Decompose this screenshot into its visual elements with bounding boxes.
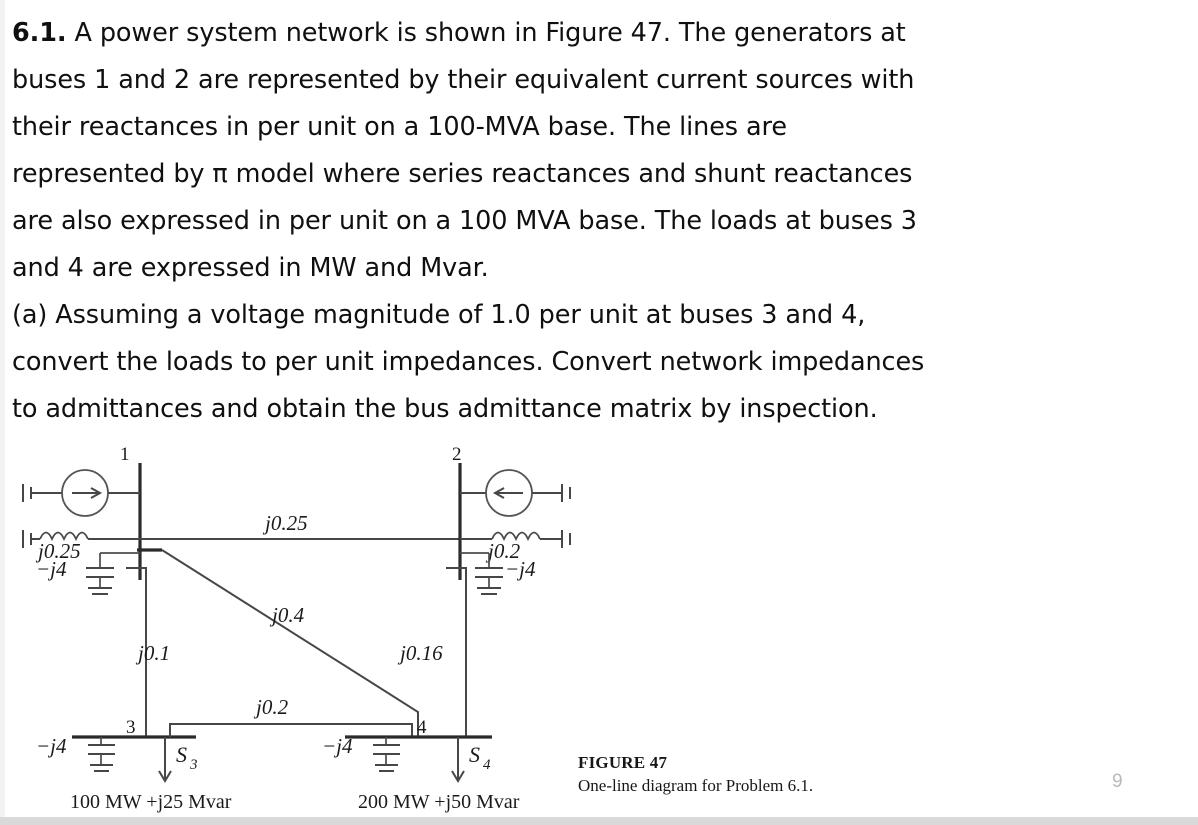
shunt-reactance-bus-4-label: −j4 bbox=[322, 734, 353, 758]
problem-line-2: buses 1 and 2 are represented by their e… bbox=[12, 65, 915, 95]
line-1-4-wire bbox=[161, 549, 419, 737]
figure-caption-subtitle: One-line diagram for Problem 6.1. bbox=[578, 776, 814, 795]
page-root: 6.1. A power system network is shown in … bbox=[0, 0, 1198, 825]
ground-symbol-source-2 bbox=[561, 484, 571, 502]
bus-2-number: 2 bbox=[452, 444, 462, 465]
line-1-2-label: j0.25 bbox=[262, 511, 308, 535]
shunt-reactance-bus-2-label: −j4 bbox=[505, 557, 536, 581]
problem-line-4: represented by π model where series reac… bbox=[12, 159, 913, 189]
load-bus-4-value: 200 MW +j50 Mvar bbox=[358, 791, 520, 813]
problem-line-5: are also expressed in per unit on a 100 … bbox=[12, 206, 917, 236]
page-number: 9 bbox=[1112, 771, 1123, 792]
problem-statement: 6.1. A power system network is shown in … bbox=[12, 10, 1190, 433]
figure-caption: FIGURE 47 One-line diagram for Problem 6… bbox=[578, 753, 813, 796]
line-2-4-label: j0.16 bbox=[397, 641, 443, 665]
line-3-4-wire bbox=[169, 723, 413, 737]
figure-47: 1 j0.25 −j4 j0.25 j0.4 j0.1 2 j0.2 −j4 j… bbox=[0, 440, 1198, 825]
bus-1-number: 1 bbox=[120, 444, 130, 465]
problem-line-9: to admittances and obtain the bus admitt… bbox=[12, 394, 878, 424]
ground-symbol-reactance-2 bbox=[561, 530, 571, 548]
line-2-4-wire bbox=[446, 567, 467, 737]
problem-line-8: convert the loads to per unit impedances… bbox=[12, 347, 925, 377]
problem-line-6: and 4 are expressed in MW and Mvar. bbox=[12, 253, 489, 283]
problem-line-3: their reactances in per unit on a 100-MV… bbox=[12, 112, 787, 142]
line-3-4-label: j0.2 bbox=[253, 695, 289, 719]
problem-line-7: (a) Assuming a voltage magnitude of 1.0 … bbox=[12, 300, 866, 330]
load-arrow-bus-3 bbox=[158, 737, 172, 783]
problem-line-1: 6.1. A power system network is shown in … bbox=[12, 10, 1190, 57]
ground-symbol-source-1 bbox=[22, 484, 62, 502]
load-bus-4-subscript: 4 bbox=[483, 757, 491, 773]
load-bus-4-symbol: S bbox=[469, 742, 480, 767]
bus-3-number: 3 bbox=[126, 717, 136, 738]
problem-number: 6.1. bbox=[12, 18, 67, 48]
load-bus-3-subscript: 3 bbox=[189, 757, 198, 773]
shunt-capacitor-bus-4 bbox=[373, 737, 400, 772]
load-bus-3-symbol: S bbox=[176, 742, 187, 767]
problem-line-1-text: A power system network is shown in Figur… bbox=[74, 18, 906, 48]
shunt-capacitor-bus-3 bbox=[88, 737, 115, 772]
line-1-4-label: j0.4 bbox=[269, 603, 305, 627]
load-arrow-bus-4 bbox=[451, 737, 465, 783]
shunt-capacitor-bus-1 bbox=[86, 552, 140, 595]
line-1-3-label: j0.1 bbox=[135, 641, 170, 665]
bus-4-number: 4 bbox=[417, 717, 427, 738]
figure-caption-title: FIGURE 47 bbox=[578, 753, 668, 772]
current-source-bus-2 bbox=[460, 469, 562, 517]
shunt-reactance-bus-3-label: −j4 bbox=[36, 734, 67, 758]
load-bus-3-value: 100 MW +j25 Mvar bbox=[70, 791, 232, 813]
current-source-bus-1 bbox=[61, 469, 140, 517]
bottom-scroll-strip[interactable] bbox=[0, 817, 1198, 825]
shunt-reactance-bus-1-label: −j4 bbox=[36, 557, 67, 581]
